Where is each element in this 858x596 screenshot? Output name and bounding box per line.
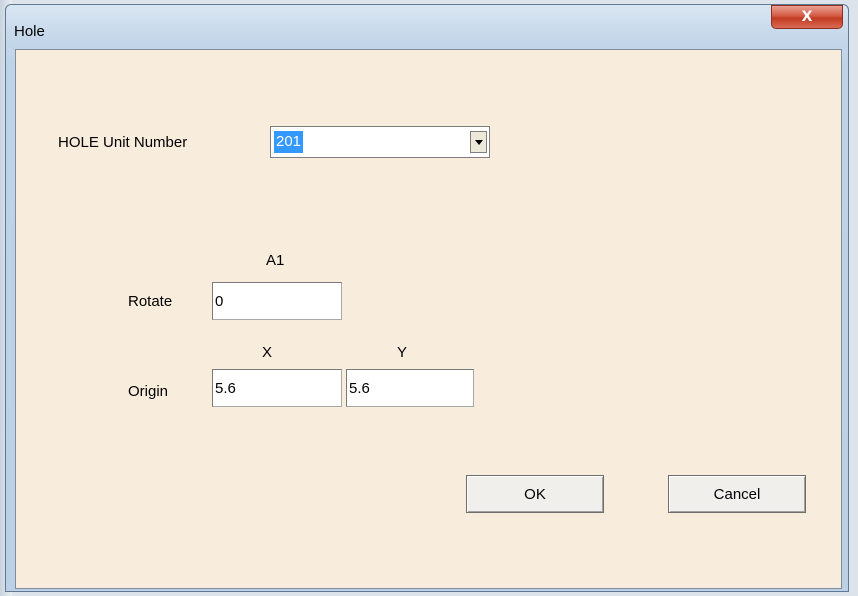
dialog-body: HOLE Unit Number 201 A1 Rotate X Y Origi…: [15, 49, 842, 589]
title-bar[interactable]: Hole X: [6, 5, 848, 53]
origin-x-input[interactable]: [212, 369, 342, 407]
rotate-input[interactable]: [212, 282, 342, 320]
close-icon: X: [801, 9, 813, 25]
unit-number-value: 201: [274, 131, 304, 153]
unit-number-label: HOLE Unit Number: [58, 134, 188, 151]
cancel-button[interactable]: Cancel: [668, 475, 806, 513]
hole-dialog: Hole X HOLE Unit Number 201 A1 Rotate X …: [5, 4, 849, 592]
close-button[interactable]: X: [771, 5, 843, 29]
dropdown-arrow-icon[interactable]: [470, 131, 487, 153]
origin-label: Origin: [128, 383, 169, 400]
ok-button[interactable]: OK: [466, 475, 604, 513]
y-column-label: Y: [397, 344, 408, 361]
origin-y-input[interactable]: [346, 369, 474, 407]
unit-number-combobox[interactable]: 201: [270, 126, 490, 158]
x-column-label: X: [262, 344, 273, 361]
rotate-label: Rotate: [128, 293, 173, 310]
a1-column-label: A1: [266, 252, 285, 269]
window-title: Hole: [14, 23, 45, 40]
